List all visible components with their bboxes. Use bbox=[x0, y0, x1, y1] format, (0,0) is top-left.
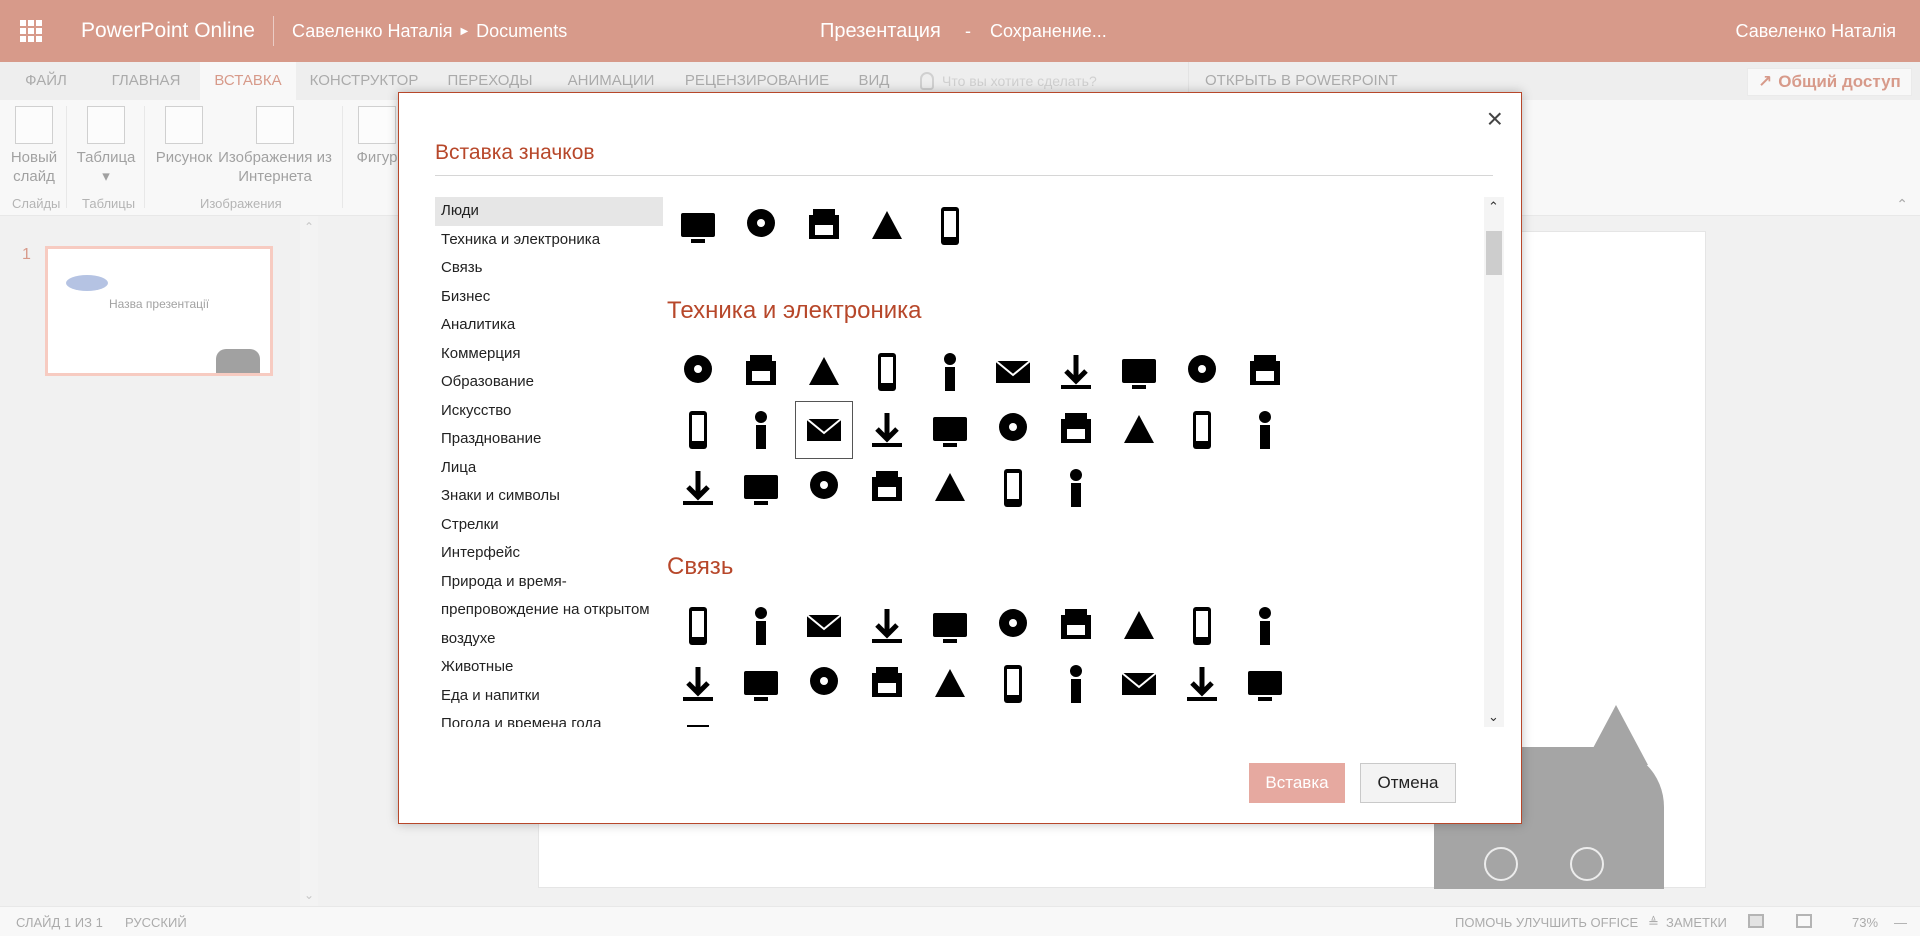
megaphone-icon[interactable] bbox=[1173, 655, 1231, 713]
tv-icon[interactable] bbox=[921, 459, 979, 517]
category-item[interactable]: Празднование bbox=[435, 425, 663, 454]
speech-bubble-icon[interactable] bbox=[669, 597, 727, 655]
insert-icons-dialog: × Вставка значков Люди Техника и электро… bbox=[398, 92, 1522, 824]
fax-printer-icon[interactable] bbox=[1047, 343, 1105, 401]
insert-button[interactable]: Вставка bbox=[1249, 763, 1345, 803]
headphones-icon[interactable] bbox=[1236, 401, 1294, 459]
scanner-icon[interactable] bbox=[1236, 343, 1294, 401]
floppy-disk-icon[interactable] bbox=[921, 401, 979, 459]
partial-icon-2[interactable] bbox=[732, 713, 790, 727]
satellite-dish-icon[interactable] bbox=[1236, 655, 1294, 713]
category-item[interactable]: Аналитика bbox=[435, 311, 663, 340]
vinyl-record-icon[interactable] bbox=[669, 459, 727, 517]
category-item[interactable]: Люди bbox=[435, 197, 663, 226]
envelope-icon[interactable] bbox=[921, 597, 979, 655]
remote-control-icon[interactable] bbox=[795, 459, 853, 517]
category-item[interactable]: Животные bbox=[435, 653, 663, 682]
tablet-icon[interactable] bbox=[921, 343, 979, 401]
projector-screen-icon[interactable] bbox=[984, 459, 1042, 517]
speakers-icon[interactable] bbox=[732, 459, 790, 517]
dialog-divider bbox=[435, 175, 1493, 176]
category-item[interactable]: Знаки и символы bbox=[435, 482, 663, 511]
desktop-computer-icon[interactable] bbox=[669, 343, 727, 401]
conversation-icon[interactable] bbox=[732, 597, 790, 655]
webcam-icon[interactable] bbox=[1047, 401, 1105, 459]
category-item[interactable]: Коммерция bbox=[435, 340, 663, 369]
dvd-player-icon[interactable] bbox=[858, 459, 916, 517]
cloud-download-icon[interactable] bbox=[1236, 597, 1294, 655]
network-hub-icon[interactable] bbox=[858, 597, 916, 655]
shredder-icon[interactable] bbox=[1110, 343, 1168, 401]
paperclip-person-icon[interactable] bbox=[1047, 655, 1105, 713]
category-item[interactable]: Лица bbox=[435, 454, 663, 483]
dialog-title: Вставка значков bbox=[435, 141, 595, 164]
desk-phone-icon[interactable] bbox=[921, 655, 979, 713]
presenter-board-icon[interactable] bbox=[921, 197, 979, 255]
camera-icon[interactable] bbox=[984, 401, 1042, 459]
microphone-icon[interactable] bbox=[1110, 655, 1168, 713]
printer-icon[interactable] bbox=[984, 343, 1042, 401]
thought-bubble-icon[interactable] bbox=[795, 597, 853, 655]
wifi-router-icon[interactable] bbox=[669, 401, 727, 459]
category-item[interactable]: Образование bbox=[435, 368, 663, 397]
speaker-at-podium-icon[interactable] bbox=[858, 197, 916, 255]
partial-icon-1[interactable] bbox=[669, 713, 727, 727]
category-item[interactable]: Связь bbox=[435, 254, 663, 283]
paper-plane-icon[interactable] bbox=[732, 655, 790, 713]
category-item[interactable]: Бизнес bbox=[435, 283, 663, 312]
running-person-icon[interactable] bbox=[669, 197, 727, 255]
share-arrow-icon[interactable] bbox=[795, 655, 853, 713]
copier-icon[interactable] bbox=[1173, 343, 1231, 401]
scroll-thumb[interactable] bbox=[1486, 231, 1502, 275]
scroll-up-icon[interactable]: ⌃ bbox=[1488, 199, 1499, 215]
section-title: Техника и электроника bbox=[667, 297, 922, 324]
postage-stamp-icon[interactable] bbox=[1110, 597, 1168, 655]
wheelchair-icon[interactable] bbox=[795, 197, 853, 255]
category-item[interactable]: Искусство bbox=[435, 397, 663, 426]
open-letter-icon[interactable] bbox=[984, 597, 1042, 655]
category-item[interactable]: Природа и время­препровождение на открыт… bbox=[435, 568, 663, 654]
category-item[interactable]: Погода и времена года bbox=[435, 710, 663, 727]
phone-handset-icon[interactable] bbox=[858, 655, 916, 713]
headset-agent-icon[interactable] bbox=[984, 655, 1042, 713]
typewriter-icon[interactable] bbox=[795, 401, 853, 459]
earbuds-icon[interactable] bbox=[1173, 401, 1231, 459]
category-item[interactable]: Интерфейс bbox=[435, 539, 663, 568]
section-title: Связь bbox=[667, 553, 734, 580]
icon-gallery: Техника и электроника Связь bbox=[667, 197, 1487, 727]
category-item[interactable]: Стрелки bbox=[435, 511, 663, 540]
close-icon[interactable]: × bbox=[1487, 103, 1503, 135]
scroll-down-icon[interactable]: ⌄ bbox=[1488, 709, 1499, 725]
gallery-scrollbar[interactable]: ⌃ ⌄ bbox=[1484, 197, 1504, 727]
cancel-button[interactable]: Отмена bbox=[1360, 763, 1456, 803]
category-list: Люди Техника и электроника Связь Бизнес … bbox=[435, 197, 663, 727]
download-icon[interactable] bbox=[1173, 597, 1231, 655]
elderly-person-icon[interactable] bbox=[732, 197, 790, 255]
smartphone-icon[interactable] bbox=[858, 343, 916, 401]
category-item[interactable]: Еда и напитки bbox=[435, 682, 663, 711]
cd-disc-icon[interactable] bbox=[858, 401, 916, 459]
email-at-icon[interactable] bbox=[1047, 597, 1105, 655]
category-item[interactable]: Техника и электроника bbox=[435, 226, 663, 255]
laptop-icon[interactable] bbox=[732, 343, 790, 401]
chain-link-icon[interactable] bbox=[669, 655, 727, 713]
radio-icon[interactable] bbox=[732, 401, 790, 459]
monitor-icon[interactable] bbox=[795, 343, 853, 401]
projector-icon[interactable] bbox=[1047, 459, 1105, 517]
gamepad-icon[interactable] bbox=[1110, 401, 1168, 459]
